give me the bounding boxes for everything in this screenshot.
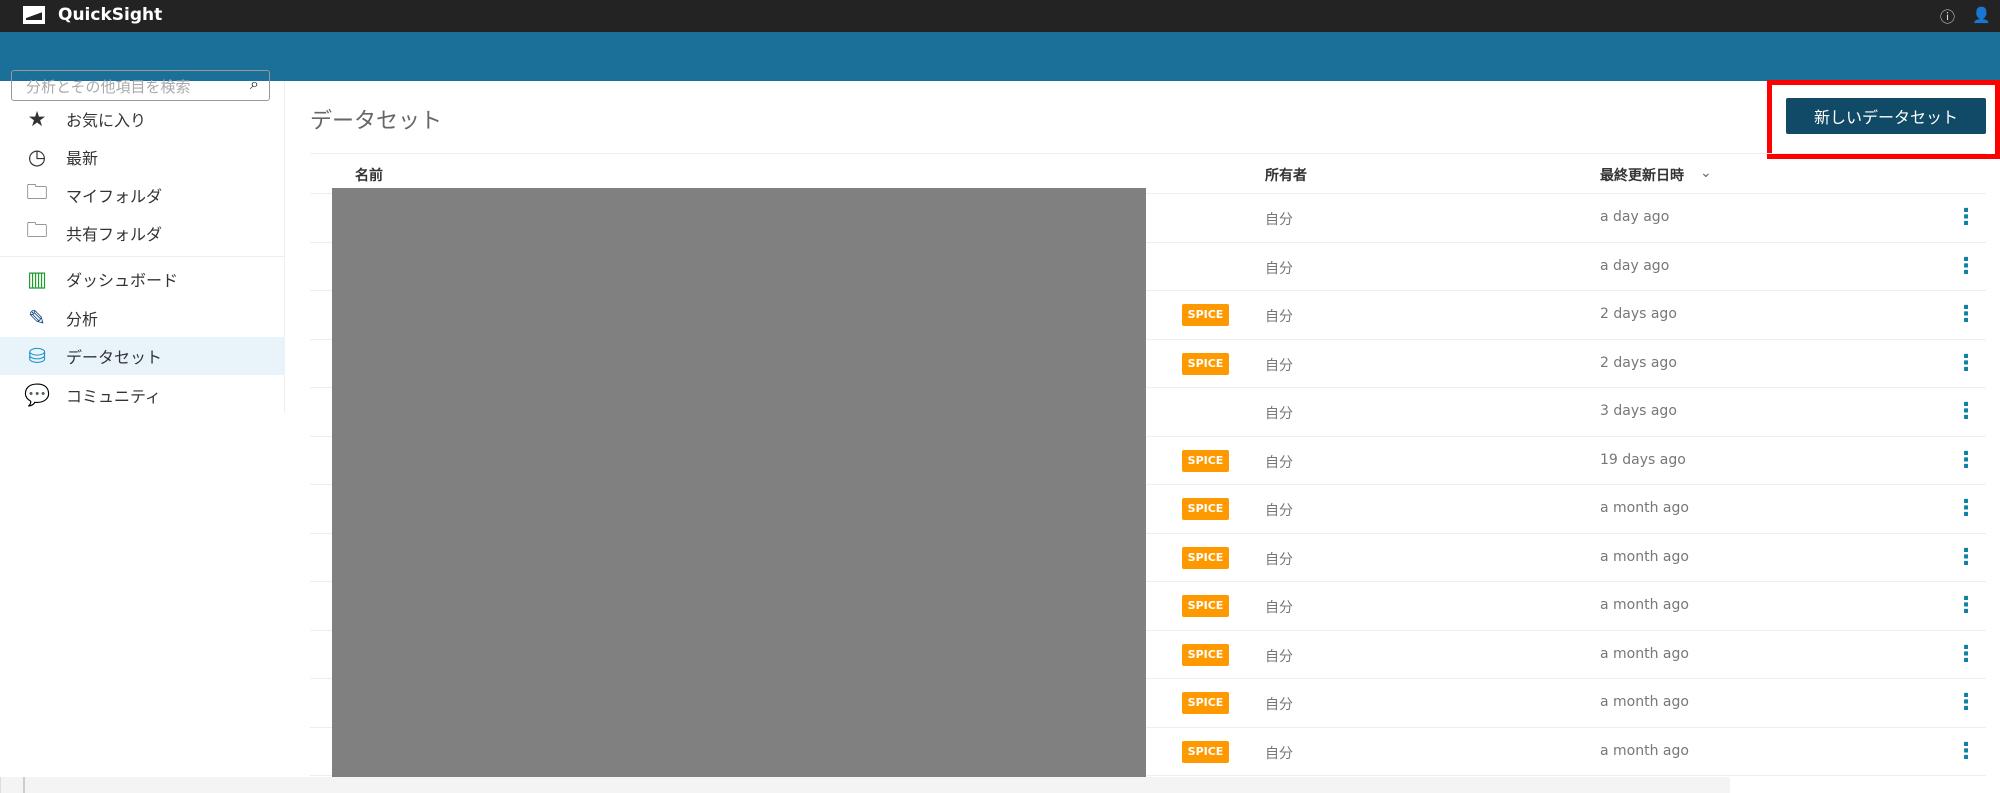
- more-options-icon[interactable]: ⋮: [1955, 398, 1977, 426]
- folder-icon: 🗀: [26, 179, 48, 204]
- search-placeholder: 分析とその他項目を検索: [26, 78, 191, 96]
- user-icon[interactable]: 👤: [1972, 6, 1991, 24]
- sidebar-item-dashboard[interactable]: ▥ ダッシュボード: [0, 260, 285, 298]
- owner-cell: 自分: [1265, 600, 1293, 616]
- sidebar-item-label: コミュニティ: [66, 387, 162, 406]
- more-options-icon[interactable]: ⋮: [1955, 301, 1977, 329]
- more-options-icon[interactable]: ⋮: [1955, 544, 1977, 572]
- updated-cell: a day ago: [1600, 257, 1670, 274]
- column-updated[interactable]: 最終更新日時: [1600, 165, 1684, 185]
- updated-cell: 2 days ago: [1600, 354, 1677, 371]
- more-options-icon[interactable]: ⋮: [1955, 253, 1977, 281]
- sidebar-item-shared-folder[interactable]: 🗀 共有フォルダ: [0, 214, 285, 252]
- more-options-icon[interactable]: ⋮: [1955, 350, 1977, 378]
- owner-cell: 自分: [1265, 503, 1293, 519]
- dashboard-icon: ▥: [27, 267, 47, 291]
- spice-badge: SPICE: [1182, 304, 1229, 326]
- sidebar-item-label: マイフォルダ: [66, 187, 163, 206]
- spice-badge: SPICE: [1182, 449, 1229, 472]
- updated-cell: a month ago: [1600, 742, 1689, 759]
- owner-cell: 自分: [1265, 309, 1293, 325]
- sidebar: 分析とその他項目を検索 ⌕ ★ お気に入り ◷ 最新 🗀 マイフォルダ 🗀 共有フォルダ ▥ ダッ…: [0, 70, 285, 414]
- sidebar-item-star[interactable]: ★ お気に入り: [0, 100, 285, 138]
- column-owner[interactable]: 所有者: [1265, 165, 1307, 185]
- sidebar-item-clock[interactable]: ◷ 最新: [0, 138, 285, 176]
- sidebar-item-label: ダッシュボード: [66, 271, 179, 290]
- updated-cell: 2 days ago: [1600, 306, 1677, 322]
- top-bar: QuickSight ⓘ 👤: [0, 0, 2000, 32]
- more-options-icon[interactable]: ⋮: [1955, 592, 1977, 620]
- sidebar-item-label: お気に入り: [66, 111, 147, 130]
- star-icon: ★: [27, 107, 47, 131]
- shared-folder-icon: 🗀: [26, 217, 48, 242]
- header-band: [0, 32, 2000, 81]
- owner-cell: 自分: [1265, 260, 1293, 277]
- updated-cell: a month ago: [1600, 645, 1689, 662]
- owner-cell: 自分: [1265, 648, 1293, 665]
- updated-cell: a month ago: [1600, 500, 1689, 516]
- sidebar-item-dataset[interactable]: ⛁ データセット: [0, 337, 285, 375]
- highlight-box: [1767, 80, 2000, 159]
- owner-cell: 自分: [1265, 212, 1293, 228]
- updated-cell: 3 days ago: [1600, 403, 1677, 419]
- updated-cell: a month ago: [1600, 597, 1689, 613]
- more-options-icon[interactable]: ⋮: [1955, 738, 1977, 766]
- quicksight-logo-icon[interactable]: [23, 6, 45, 24]
- owner-cell: 自分: [1265, 357, 1293, 374]
- updated-cell: 19 days ago: [1600, 451, 1686, 468]
- more-options-icon[interactable]: ⋮: [1955, 447, 1977, 475]
- sidebar-item-folder[interactable]: 🗀 マイフォルダ: [0, 176, 285, 214]
- updated-cell: a month ago: [1600, 694, 1689, 710]
- more-options-icon[interactable]: ⋮: [1955, 204, 1977, 232]
- more-options-icon[interactable]: ⋮: [1955, 689, 1977, 717]
- updated-cell: a day ago: [1600, 209, 1670, 225]
- updated-cell: a month ago: [1600, 548, 1689, 565]
- app-title[interactable]: QuickSight: [58, 5, 162, 25]
- page-title: データセット: [310, 109, 443, 134]
- search-icon[interactable]: ⌕: [250, 74, 259, 94]
- search-input[interactable]: 分析とその他項目を検索 ⌕: [11, 70, 270, 101]
- spice-badge: SPICE: [1182, 498, 1229, 520]
- spice-badge: SPICE: [1182, 352, 1229, 375]
- column-name[interactable]: 名前: [355, 165, 383, 185]
- spice-badge: SPICE: [1182, 740, 1229, 763]
- sidebar-divider: [0, 256, 285, 257]
- owner-cell: 自分: [1265, 551, 1293, 568]
- analysis-icon: ✎: [28, 306, 46, 330]
- spice-badge: SPICE: [1182, 643, 1229, 666]
- owner-cell: 自分: [1265, 406, 1293, 422]
- dataset-icon: ⛁: [28, 344, 46, 368]
- clock-icon: ◷: [27, 145, 47, 169]
- more-options-icon[interactable]: ⋮: [1955, 495, 1977, 523]
- owner-cell: 自分: [1265, 454, 1293, 471]
- sidebar-item-community[interactable]: 💬 コミュニティ: [0, 376, 285, 414]
- owner-cell: 自分: [1265, 745, 1293, 762]
- sidebar-item-label: データセット: [66, 348, 163, 367]
- owner-cell: 自分: [1265, 697, 1293, 713]
- spice-badge: SPICE: [1182, 692, 1229, 714]
- more-options-icon[interactable]: ⋮: [1955, 641, 1977, 669]
- redacted-names: [332, 188, 1146, 793]
- community-icon: 💬: [24, 382, 51, 407]
- spice-badge: SPICE: [1182, 546, 1229, 569]
- sort-chevron-down-icon[interactable]: ⌄: [1700, 165, 1712, 181]
- sidebar-item-label: 共有フォルダ: [66, 225, 163, 244]
- spice-badge: SPICE: [1182, 595, 1229, 617]
- sidebar-item-label: 分析: [66, 310, 99, 329]
- sidebar-item-label: 最新: [66, 149, 99, 168]
- help-icon[interactable]: ⓘ: [1940, 6, 1955, 27]
- sidebar-item-analysis[interactable]: ✎ 分析: [0, 299, 285, 337]
- bottom-scrollbar[interactable]: [0, 777, 1730, 793]
